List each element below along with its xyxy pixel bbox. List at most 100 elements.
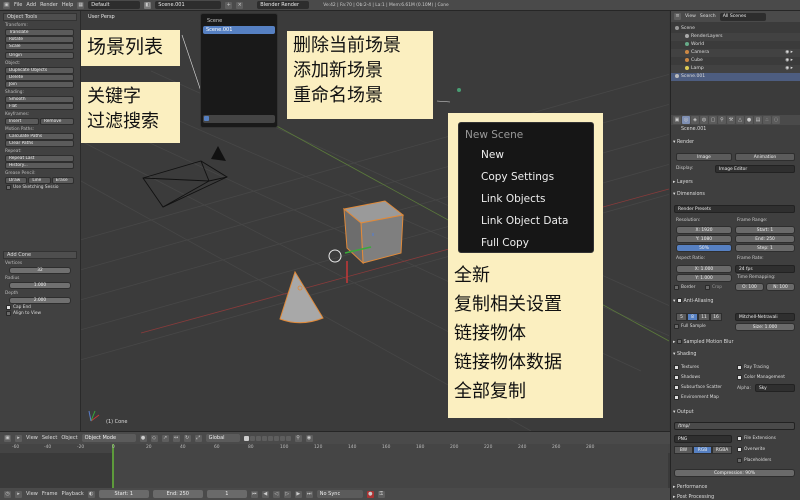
timeline-view-menu[interactable]: View bbox=[26, 491, 38, 497]
resolution-y-field[interactable]: Y: 1080 bbox=[676, 235, 732, 243]
screen-layout-icon[interactable]: ▦ bbox=[77, 1, 85, 9]
visibility-eye-icon[interactable]: ◉ ▸ bbox=[785, 57, 793, 65]
dimensions-panel-header[interactable]: ▾ Dimensions bbox=[673, 191, 799, 199]
scene-search-input[interactable] bbox=[203, 115, 275, 123]
aspect-y-field[interactable]: Y: 1.000 bbox=[676, 274, 732, 282]
menu-file[interactable]: File bbox=[14, 2, 22, 8]
remap-old-field[interactable]: O: 100 bbox=[735, 283, 764, 291]
shading-mode-icon[interactable]: ● bbox=[139, 434, 147, 442]
outliner-row-scene001[interactable]: Scene.001 bbox=[671, 73, 800, 81]
editor-type-icon[interactable]: ▣ bbox=[673, 116, 681, 124]
render-tab-icon[interactable]: ◎ bbox=[682, 116, 690, 124]
world-tab-icon[interactable]: ◍ bbox=[700, 116, 708, 124]
alpha-select[interactable]: Sky bbox=[755, 384, 795, 392]
modifiers-tab-icon[interactable]: ⚒ bbox=[727, 116, 735, 124]
object-tools-tab[interactable]: Object Tools bbox=[3, 13, 77, 21]
file-extensions-toggle[interactable]: File Extensions bbox=[737, 436, 776, 441]
radius-field[interactable]: 1.000 bbox=[9, 282, 71, 289]
aa-size-field[interactable]: Size: 1.000 bbox=[735, 323, 795, 331]
resolution-x-field[interactable]: X: 1920 bbox=[676, 226, 732, 234]
menu-help[interactable]: Help bbox=[62, 2, 73, 8]
timeline-playback-menu[interactable]: Playback bbox=[61, 491, 83, 497]
outliner-row-camera[interactable]: Camera ◉ ▸ bbox=[671, 49, 800, 57]
layer-icon[interactable] bbox=[285, 435, 291, 441]
layer-icon[interactable] bbox=[261, 435, 267, 441]
aa-filter-select[interactable]: Mitchell-Netravali bbox=[735, 313, 795, 321]
next-key-icon[interactable]: ▶ bbox=[294, 490, 302, 498]
constraints-tab-icon[interactable]: ⚲ bbox=[718, 116, 726, 124]
border-toggle[interactable]: Border bbox=[674, 285, 695, 290]
menu-item-copy-settings[interactable]: Copy Settings bbox=[481, 171, 554, 183]
toggle-menus-icon[interactable]: ▸ bbox=[15, 490, 22, 498]
outliner-row-cube[interactable]: Cube ◉ ▸ bbox=[671, 57, 800, 65]
orientation-select[interactable]: Global bbox=[205, 434, 240, 442]
sync-mode-select[interactable]: No Sync bbox=[316, 490, 363, 498]
flat-button[interactable]: Flat bbox=[5, 103, 74, 110]
frame-step-field[interactable]: Step: 1 bbox=[735, 244, 795, 252]
aspect-x-field[interactable]: X: 1.000 bbox=[676, 265, 732, 273]
aa-sample-8[interactable]: 8 bbox=[687, 313, 698, 321]
delete-button[interactable]: Delete bbox=[5, 74, 74, 81]
scene-tab-icon[interactable]: ◈ bbox=[691, 116, 699, 124]
outliner-editor-icon[interactable]: ≡ bbox=[674, 13, 681, 20]
output-panel-header[interactable]: ▾ Output bbox=[673, 409, 799, 417]
auto-keyframe-icon[interactable]: ● bbox=[366, 490, 374, 498]
jump-start-icon[interactable]: ⏮ bbox=[250, 490, 258, 498]
editor-type-icon[interactable]: ▣ bbox=[4, 434, 11, 442]
visibility-eye-icon[interactable]: ◉ ▸ bbox=[785, 65, 793, 73]
menu-add[interactable]: Add bbox=[26, 2, 36, 8]
outliner-row-lamp[interactable]: Lamp ◉ ▸ bbox=[671, 65, 800, 73]
vertices-field[interactable]: 32 bbox=[9, 267, 71, 274]
line-button[interactable]: Line bbox=[28, 177, 51, 184]
file-format-select[interactable]: PNG bbox=[674, 435, 732, 443]
checkbox-icon[interactable] bbox=[676, 339, 682, 344]
calculate-paths-button[interactable]: Calculate Paths bbox=[5, 133, 74, 140]
layer-icon[interactable] bbox=[243, 435, 249, 441]
translate-button[interactable]: Translate bbox=[5, 29, 74, 36]
crop-toggle[interactable]: Crop bbox=[705, 285, 722, 290]
cube-object[interactable] bbox=[342, 200, 405, 283]
render-presets-select[interactable]: Render Presets bbox=[674, 205, 795, 213]
layer-icon[interactable] bbox=[249, 435, 255, 441]
remap-new-field[interactable]: N: 100 bbox=[766, 283, 795, 291]
manipulator-icon[interactable]: ↗ bbox=[161, 434, 169, 442]
repeat-last-button[interactable]: Repeat Last bbox=[5, 155, 74, 162]
translate-manip-icon[interactable]: ↔ bbox=[172, 434, 180, 442]
menu-item-new[interactable]: New bbox=[481, 149, 504, 161]
shading-panel-header[interactable]: ▾ Shading bbox=[673, 351, 799, 359]
clear-paths-button[interactable]: Clear Paths bbox=[5, 140, 74, 147]
render-animation-button[interactable]: Animation bbox=[735, 153, 795, 161]
color-management-toggle[interactable]: Color Management bbox=[737, 375, 785, 380]
delete-scene-icon[interactable]: × bbox=[236, 1, 244, 9]
mode-select[interactable]: Object Mode bbox=[81, 434, 136, 442]
lamp-object[interactable] bbox=[457, 88, 461, 92]
history-button[interactable]: History... bbox=[5, 162, 74, 169]
particles-tab-icon[interactable]: ∴ bbox=[763, 116, 771, 124]
scene-name-field[interactable]: Scene.001 bbox=[155, 1, 222, 9]
smooth-button[interactable]: Smooth bbox=[5, 96, 74, 103]
layer-icon[interactable] bbox=[273, 435, 279, 441]
performance-panel-header[interactable]: ▸ Performance bbox=[673, 484, 799, 492]
aa-sample-5[interactable]: 5 bbox=[676, 313, 687, 321]
editor-type-icon[interactable]: ▣ bbox=[3, 1, 10, 9]
add-cone-panel[interactable]: Add Cone bbox=[3, 251, 77, 259]
timeline-end-field[interactable]: End: 250 bbox=[152, 490, 203, 498]
render-preview-icon[interactable]: ◉ bbox=[305, 434, 313, 442]
layers-panel-header[interactable]: ▸ Layers bbox=[673, 179, 799, 187]
outliner-row-scene[interactable]: Scene bbox=[671, 25, 800, 33]
outliner-filter-select[interactable]: All Scenes bbox=[719, 12, 766, 21]
material-tab-icon[interactable]: ● bbox=[745, 116, 753, 124]
rotate-manip-icon[interactable]: ↻ bbox=[183, 434, 191, 442]
menu-render[interactable]: Render bbox=[40, 2, 58, 8]
layer-icon[interactable] bbox=[255, 435, 261, 441]
render-engine-select[interactable]: Blender Render bbox=[257, 1, 310, 9]
motion-blur-panel-header[interactable]: ▸ Sampled Motion Blur bbox=[673, 339, 799, 347]
rotate-button[interactable]: Rotate bbox=[5, 36, 74, 43]
ray-tracing-toggle[interactable]: Ray Tracing bbox=[737, 365, 769, 370]
outliner-view-menu[interactable]: View bbox=[685, 14, 696, 19]
cap-end-toggle[interactable]: Cap End bbox=[6, 305, 74, 310]
view-menu[interactable]: View bbox=[26, 435, 38, 441]
scale-button[interactable]: Scale bbox=[5, 43, 74, 50]
textures-toggle[interactable]: Textures bbox=[674, 365, 699, 370]
erase-button[interactable]: Erase bbox=[51, 177, 74, 184]
